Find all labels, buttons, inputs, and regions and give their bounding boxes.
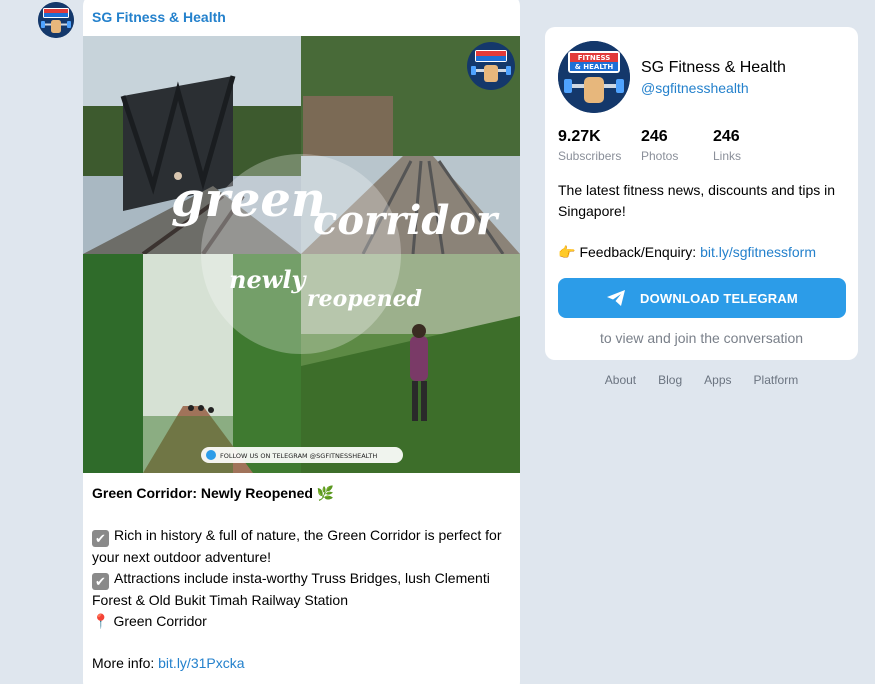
- stat-label: Links: [713, 149, 742, 163]
- pointing-hand-icon: 👉: [558, 244, 576, 260]
- download-subtitle: to view and join the conversation: [599, 330, 804, 346]
- stat-value: 246: [713, 128, 740, 145]
- channel-info-card: FITNESS & HEALTH SG Fitness & Health @sg…: [545, 27, 858, 360]
- channel-description: The latest fitness news, discounts and t…: [558, 182, 836, 219]
- photo-logo-icon: [467, 42, 515, 90]
- check-icon: ✔: [92, 573, 109, 590]
- stat-photos: 246 Photos: [641, 128, 678, 163]
- telegram-plane-icon: [607, 290, 626, 306]
- photo-follow-banner: FOLLOW US ON TELEGRAM @SGFITNESSHEALTH: [220, 452, 377, 460]
- photo-word-newly: newly: [229, 265, 307, 294]
- logo-text-bottom: & HEALTH: [575, 63, 614, 71]
- footer-link-about[interactable]: About: [605, 373, 636, 387]
- channel-title: SG Fitness & Health: [641, 59, 786, 76]
- channel-info-avatar: FITNESS & HEALTH: [558, 41, 630, 113]
- photo-word-green: green: [171, 172, 326, 228]
- channel-logo-icon: FITNESS & HEALTH: [558, 41, 630, 113]
- logo-text-top: FITNESS: [578, 54, 611, 62]
- photo-word-reopened: reopened: [307, 286, 422, 312]
- check-icon: ✔: [92, 530, 109, 547]
- stat-value: 9.27K: [558, 128, 601, 145]
- download-button-label: DOWNLOAD TELEGRAM: [640, 290, 798, 306]
- post-bullet-2: Attractions include insta-worthy Truss B…: [92, 570, 490, 608]
- post-bullet-1: Rich in history & full of nature, the Gr…: [92, 527, 502, 565]
- stat-subscribers: 9.27K Subscribers: [558, 128, 621, 163]
- stat-value: 246: [641, 128, 668, 145]
- pin-icon: 📍: [92, 613, 110, 629]
- channel-logo-icon: [38, 2, 74, 38]
- footer-link-platform[interactable]: Platform: [754, 373, 799, 387]
- post-text: Green Corridor: Newly Reopened 🌿 ✔ Rich i…: [92, 483, 512, 674]
- footer-links: About Blog Apps Platform: [545, 373, 858, 387]
- more-info-label: More info:: [92, 655, 159, 671]
- leaf-icon: 🌿: [316, 485, 335, 501]
- channel-name-link[interactable]: SG Fitness & Health: [92, 9, 226, 25]
- photo-word-corridor: corridor: [313, 197, 500, 244]
- channel-feedback: 👉 Feedback/Enquiry: bit.ly/sgfitnessform: [558, 242, 848, 263]
- channel-avatar[interactable]: [38, 2, 74, 38]
- post-title: Green Corridor: Newly Reopened: [92, 485, 313, 501]
- post-location: Green Corridor: [113, 613, 207, 629]
- stat-links: 246 Links: [713, 128, 741, 163]
- footer-link-blog[interactable]: Blog: [658, 373, 682, 387]
- download-telegram-button[interactable]: DOWNLOAD TELEGRAM: [558, 278, 846, 318]
- stat-label: Subscribers: [558, 149, 622, 163]
- stat-label: Photos: [641, 149, 679, 163]
- post-photo[interactable]: green corridor newly reopened FOLLOW US …: [83, 36, 520, 473]
- feedback-link[interactable]: bit.ly/sgfitnessform: [700, 244, 816, 260]
- footer-link-apps[interactable]: Apps: [704, 373, 731, 387]
- more-info-link[interactable]: bit.ly/31Pxcka: [158, 655, 244, 671]
- feedback-label: Feedback/Enquiry:: [579, 244, 701, 260]
- channel-handle[interactable]: @sgfitnesshealth: [641, 80, 749, 96]
